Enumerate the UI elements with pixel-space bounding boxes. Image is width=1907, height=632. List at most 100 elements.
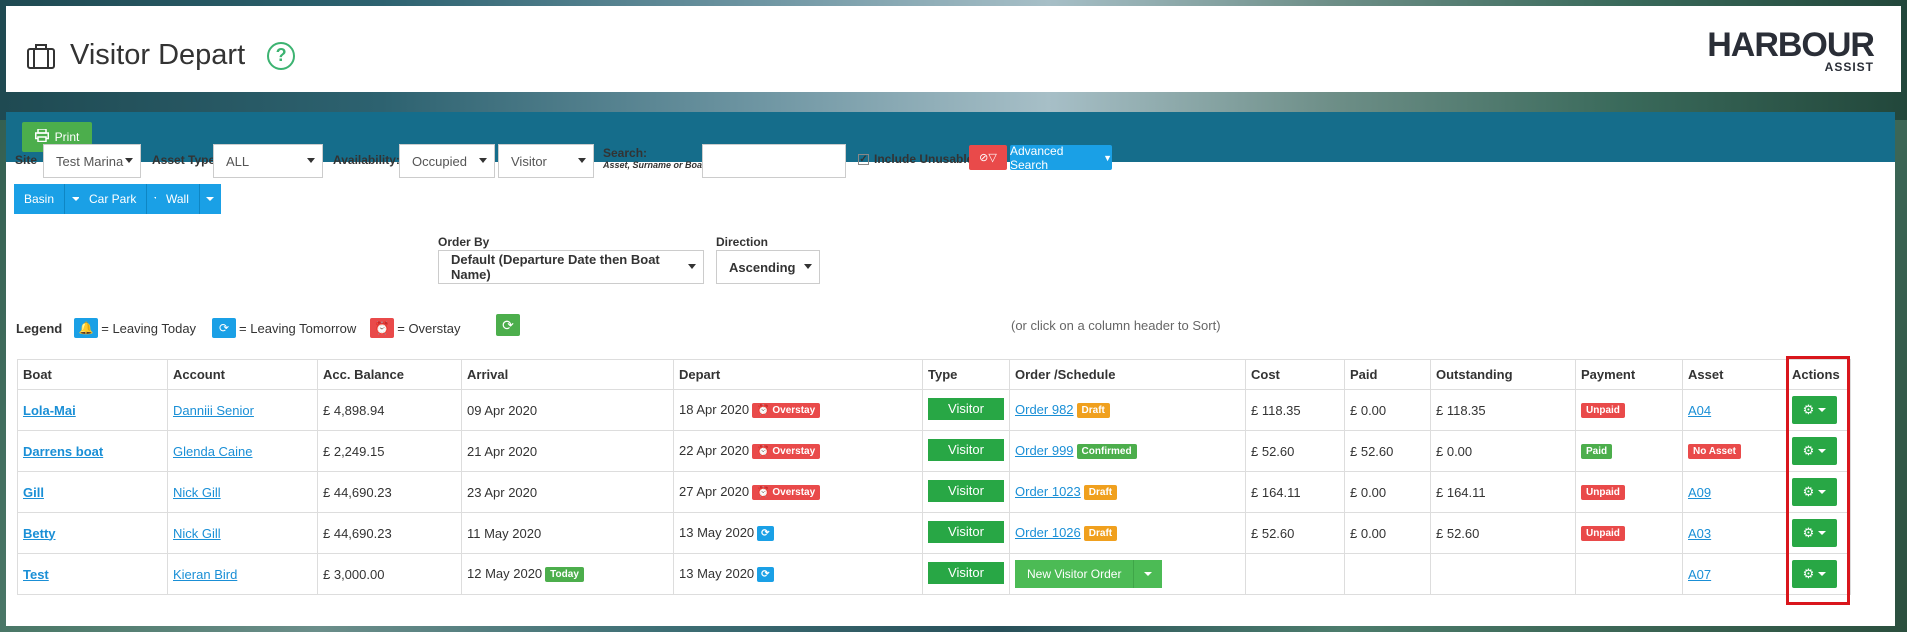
asset-link[interactable]: A07 [1688,567,1711,582]
rotate-icon: ⟳ [212,318,237,338]
basin-split-button[interactable]: Basin [14,184,87,214]
asset-cell: A07 [1682,553,1787,595]
legend-title: Legend [16,320,63,336]
col-cost[interactable]: Cost [1245,359,1345,390]
account-link[interactable]: Nick Gill [173,526,221,541]
boat-link[interactable]: Betty [23,526,56,541]
payment-cell [1575,553,1683,595]
order-link[interactable]: Order 999 [1015,443,1074,458]
arrival-date: 12 May 2020 [467,565,543,581]
col-asset[interactable]: Asset [1682,359,1787,390]
site-label: Site [15,153,38,167]
type-badge: Visitor [928,520,1004,543]
asset-link[interactable]: A04 [1688,403,1711,418]
cost-cell: £ 52.60 [1245,512,1345,554]
arrival-date: 21 Apr 2020 [467,443,538,459]
account-link[interactable]: Glenda Caine [173,444,253,459]
chevron-down-icon[interactable] [1133,560,1162,588]
account-link[interactable]: Nick Gill [173,485,221,500]
col-paid[interactable]: Paid [1344,359,1431,390]
arrival-cell: 21 Apr 2020 [461,430,674,472]
type-badge: Visitor [928,438,1004,461]
search-hint: Asset, Surname or Boat [603,160,706,170]
sort-hint: (or click on a column header to Sort) [1011,318,1221,333]
arrival-date: 09 Apr 2020 [467,402,538,418]
boat-link[interactable]: Gill [23,485,44,500]
direction-select[interactable]: Ascending [716,250,820,284]
order-status-badge: Draft [1083,526,1118,542]
legend-overstay: = Overstay [397,320,461,336]
type-badge: Visitor [928,561,1004,584]
outstanding-cell: £ 0.00 [1430,430,1576,472]
briefcase-icon [26,42,56,70]
col-payment[interactable]: Payment [1575,359,1683,390]
table-row: Gill Nick Gill £ 44,690.23 23 Apr 2020 2… [17,471,1851,513]
refresh-button[interactable]: ⟳ [496,314,520,336]
site-value: Test Marina [56,153,124,169]
order-by-select[interactable]: Default (Departure Date then Boat Name) [438,250,704,284]
chevron-down-icon [307,158,315,163]
type-cell: Visitor [922,471,1010,513]
table-row: Lola-Mai Danniii Senior £ 4,898.94 09 Ap… [17,389,1851,431]
advanced-search-button[interactable]: Advanced Search ▼ [1010,144,1112,172]
asset-link[interactable]: A03 [1688,526,1711,541]
bell-icon: 🔔 [74,318,99,338]
col-type[interactable]: Type [922,359,1010,390]
chevron-down-icon[interactable] [198,184,221,214]
help-icon[interactable]: ? [267,41,296,70]
basin-button[interactable]: Basin [14,184,65,214]
col-outstanding[interactable]: Outstanding [1430,359,1576,390]
asset-cell: No Asset [1682,430,1787,472]
order-link[interactable]: Order 1026 [1015,525,1081,540]
boat-link[interactable]: Darrens boat [23,444,103,459]
table-row: Test Kieran Bird £ 3,000.00 12 May 2020 T… [17,553,1851,595]
legend-leaving-tomorrow: = Leaving Tomorrow [239,320,357,336]
outstanding-cell: £ 52.60 [1430,512,1576,554]
rotate-icon: ⟳ [757,526,774,542]
col-account[interactable]: Account [167,359,318,390]
order-by-value: Default (Departure Date then Boat Name) [451,252,660,282]
type-badge: Visitor [928,397,1004,420]
chevron-down-icon [688,264,696,269]
car-park-split-button[interactable]: Car Park [79,184,169,214]
wall-button[interactable]: Wall [156,184,199,214]
account-link[interactable]: Danniii Senior [173,403,254,418]
today-badge: Today [545,567,584,583]
header: Visitor Depart ? HARBOUR ASSIST [6,6,1901,92]
table-row: Betty Nick Gill £ 44,690.23 11 May 2020 … [17,512,1851,554]
col-order[interactable]: Order /Schedule [1009,359,1246,390]
new-visitor-order-label: New Visitor Order [1027,567,1122,581]
asset-link[interactable]: A09 [1688,485,1711,500]
wall-split-button[interactable]: Wall [156,184,221,214]
depart-cell: 13 May 2020 ⟳ [673,512,923,554]
paid-cell [1344,553,1431,595]
site-select[interactable]: Test Marina [43,144,141,178]
arrival-cell: 12 May 2020 Today [461,553,674,595]
order-cell: Order 1023 Draft [1009,471,1246,513]
type-badge: Visitor [928,479,1004,502]
boat-link[interactable]: Lola-Mai [23,403,76,418]
clear-filter-button[interactable]: ⊘▽ [969,145,1007,170]
col-balance[interactable]: Acc. Balance [317,359,462,390]
direction-label: Direction [716,235,769,249]
logo: HARBOUR ASSIST [1707,28,1875,73]
availability-select[interactable]: Occupied [399,144,495,178]
balance-cell: £ 44,690.23 [317,471,462,513]
col-depart[interactable]: Depart [673,359,923,390]
col-boat[interactable]: Boat [17,359,168,390]
car-park-button[interactable]: Car Park [79,184,147,214]
boat-link[interactable]: Test [23,567,49,582]
arrival-cell: 11 May 2020 [461,512,674,554]
availability-type-select[interactable]: Visitor [498,144,594,178]
include-unusable-checkbox[interactable]: ✓ Include Unusable [858,152,973,166]
arrival-date: 23 Apr 2020 [467,484,538,500]
search-input[interactable] [702,144,846,178]
account-link[interactable]: Kieran Bird [173,567,237,582]
order-link[interactable]: Order 982 [1015,402,1074,417]
order-link[interactable]: Order 1023 [1015,484,1081,499]
col-arrival[interactable]: Arrival [461,359,674,390]
asset-type-select[interactable]: ALL [213,144,323,178]
legend-leaving-today: = Leaving Today [101,320,197,336]
new-visitor-order-button[interactable]: New Visitor Order [1015,560,1163,588]
actions-column-highlight [1786,356,1850,605]
